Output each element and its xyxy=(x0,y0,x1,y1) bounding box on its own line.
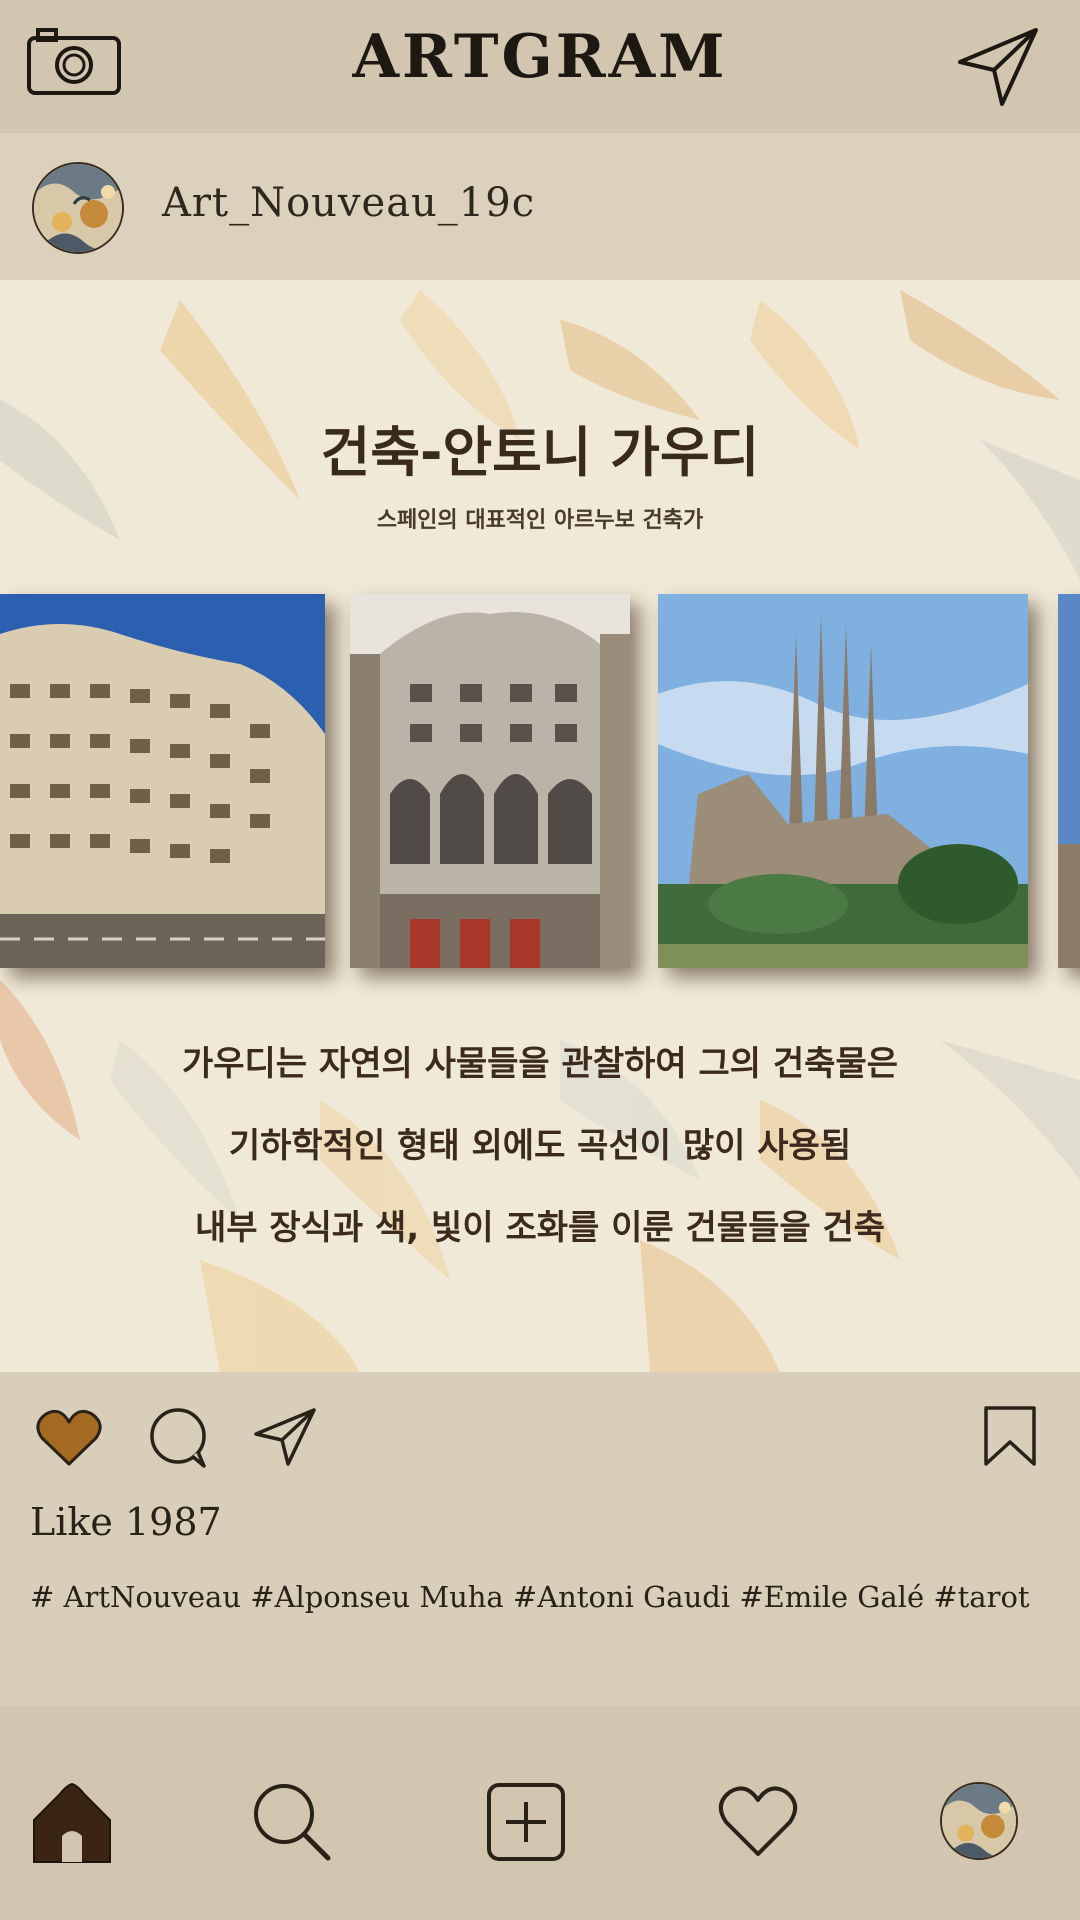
hashtags[interactable]: # ArtNouveau #Alponseu Muha #Antoni Gaud… xyxy=(30,1574,1060,1620)
home-icon[interactable] xyxy=(30,1780,114,1866)
post-image[interactable]: 건축-안토니 가우디 스페인의 대표적인 아르누보 건축가 가우디는 자연의 사… xyxy=(0,280,1080,1372)
share-icon[interactable] xyxy=(252,1406,318,1468)
photo-sagrada-familia[interactable] xyxy=(658,594,1028,968)
user-avatar[interactable] xyxy=(32,162,124,254)
heart-outline-icon[interactable] xyxy=(716,1784,800,1860)
paper-plane-icon[interactable] xyxy=(956,24,1040,108)
post-subheading: 스페인의 대표적인 아르누보 건축가 xyxy=(376,508,704,533)
post-text-line-2: 기하학적인 형태 외에도 곡선이 많이 사용됨 xyxy=(228,1126,852,1166)
comment-icon[interactable] xyxy=(146,1406,210,1470)
profile-avatar[interactable] xyxy=(940,1782,1018,1860)
post-text-line-1: 가우디는 자연의 사물들을 관찰하여 그의 건축물은 xyxy=(181,1044,899,1084)
photo-casa-batllo[interactable] xyxy=(350,594,630,968)
heart-icon[interactable] xyxy=(36,1408,102,1468)
photo-casa-mila[interactable] xyxy=(0,594,325,968)
bookmark-icon[interactable] xyxy=(982,1404,1038,1468)
post-heading: 건축-안토니 가우디 xyxy=(320,421,760,484)
search-icon[interactable] xyxy=(250,1780,332,1862)
post-username[interactable]: Art_Nouveau_19c xyxy=(162,180,535,226)
like-count: Like 1987 xyxy=(30,1500,222,1544)
photo-partial[interactable] xyxy=(1058,594,1080,968)
app-title: ARTGRAM xyxy=(352,22,728,92)
add-icon[interactable] xyxy=(486,1782,566,1862)
post-text-line-3: 내부 장식과 색, 빛이 조화를 이룬 건물들을 건축 xyxy=(194,1208,886,1248)
top-app-bar: ARTGRAM xyxy=(0,0,1080,133)
